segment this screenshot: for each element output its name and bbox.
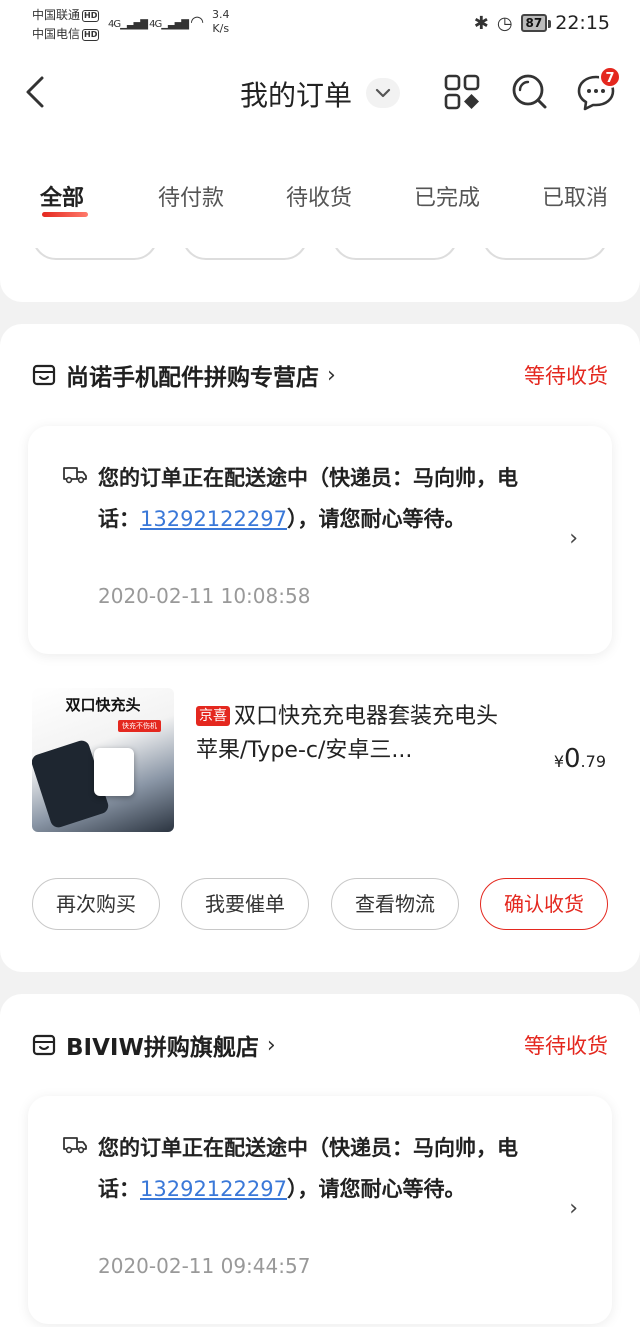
signal-label-1: 4G — [108, 19, 121, 30]
product-image[interactable]: 双口快充头 快充不伤机 — [32, 688, 174, 832]
signal-bars-icon: ▁▃▅▇ — [161, 19, 191, 30]
product-image-tag: 快充不伤机 — [118, 720, 161, 732]
truck-icon — [63, 467, 87, 484]
chevron-right-icon: › — [266, 1032, 276, 1058]
top-header: 中国联通 HD 中国电信 HD 4G▁▃▅▇ 4G▁▃▅▇ ◠ 3.4 K/s ✱ … — [0, 0, 640, 248]
product-title[interactable]: 京喜 双口快充充电器套装充电头苹果/Type-c/安卓三... — [196, 700, 506, 768]
clock: 22:15 — [555, 12, 610, 34]
jingxi-tag: 京喜 — [196, 706, 230, 726]
speedometer-icon: ◷ — [496, 12, 513, 34]
carrier-2: 中国电信 — [32, 27, 81, 41]
tab-active-indicator — [42, 212, 88, 217]
battery-icon: 87 — [520, 14, 551, 32]
logistics-card[interactable]: 您的订单正在配送途中（快递员：马向帅，电话：13292122297），请您耐心等… — [28, 1096, 612, 1324]
chevron-right-icon: › — [569, 1196, 578, 1221]
back-arrow-icon[interactable] — [22, 74, 50, 110]
order-tabs: 全部 待付款 待收货 已完成 已取消 — [0, 170, 640, 220]
net-speed-unit: K/s — [212, 22, 230, 35]
price-integer: 0 — [564, 744, 581, 774]
signal-label-2: 4G — [149, 19, 162, 30]
search-icon[interactable] — [510, 72, 550, 112]
page-title: 我的订单 — [240, 79, 353, 112]
courier-phone-link[interactable]: 13292122297 — [140, 507, 287, 531]
chevron-down-icon — [375, 88, 391, 98]
tab-pending-receipt[interactable]: 待收货 — [286, 180, 352, 212]
logistics-message: 您的订单正在配送途中（快递员：马向帅，电话：13292122297），请您耐心等… — [98, 1128, 538, 1210]
buy-again-button[interactable]: 再次购买 — [32, 878, 160, 930]
signal-bars-icon: ▁▃▅▇ — [120, 19, 150, 30]
order-status: 等待收货 — [524, 364, 608, 388]
tab-all[interactable]: 全部 — [40, 180, 84, 212]
view-logistics-button[interactable]: 查看物流 — [331, 878, 459, 930]
hd-icon: HD — [82, 29, 100, 41]
product-price: ¥0.79 — [554, 744, 606, 774]
message-badge: 7 — [599, 66, 621, 88]
navbar: 我的订单 — [0, 58, 640, 128]
shop-icon — [32, 1034, 56, 1056]
carrier-info: 中国联通 HD 中国电信 HD — [32, 6, 100, 44]
order-card: 尚诺手机配件拼购专营店 › 等待收货 您的订单正在配送途中（快递员：马向帅，电话… — [0, 324, 640, 972]
price-decimal: .79 — [580, 752, 606, 771]
tab-cancelled[interactable]: 已取消 — [542, 180, 608, 212]
wifi-icon: ◠ — [190, 12, 205, 31]
shop-icon — [32, 364, 56, 386]
chevron-right-icon: › — [569, 526, 578, 551]
truck-icon — [63, 1137, 87, 1154]
logistics-time: 2020-02-11 09:44:57 — [98, 1254, 311, 1278]
logistics-text-after: ），请您耐心等待。 — [286, 507, 466, 531]
chevron-right-icon: › — [327, 362, 336, 388]
product-image-title: 双口快充头 — [65, 696, 141, 714]
urge-order-button[interactable]: 我要催单 — [181, 878, 309, 930]
category-grid-icon[interactable] — [442, 72, 482, 112]
product-title-text: 双口快充充电器套装充电头苹果/Type-c/安卓三... — [196, 704, 499, 763]
logistics-text-after: ），请您耐心等待。 — [286, 1177, 466, 1201]
carrier-1: 中国联通 — [32, 8, 81, 22]
net-speed-value: 3.4 — [212, 8, 230, 21]
tab-completed[interactable]: 已完成 — [414, 180, 480, 212]
net-speed: 3.4 K/s — [212, 8, 230, 36]
shop-name: BIVIW拼购旗舰店 — [66, 1035, 259, 1061]
shop-link[interactable]: BIVIW拼购旗舰店 › — [32, 1030, 276, 1061]
bluetooth-icon: ✱ — [473, 12, 489, 34]
shop-link[interactable]: 尚诺手机配件拼购专营店 › — [32, 360, 336, 391]
confirm-receipt-button[interactable]: 确认收货 — [480, 878, 608, 930]
shop-name: 尚诺手机配件拼购专营店 — [66, 365, 319, 391]
courier-phone-link[interactable]: 13292122297 — [140, 1177, 287, 1201]
tab-pending-payment[interactable]: 待付款 — [158, 180, 224, 212]
order-status: 等待收货 — [524, 1034, 608, 1058]
logistics-card[interactable]: 您的订单正在配送途中（快递员：马向帅，电话：13292122297），请您耐心等… — [28, 426, 612, 654]
price-symbol: ¥ — [553, 752, 564, 771]
status-right: ✱ ◷ 87 22:15 — [474, 12, 610, 34]
hd-icon: HD — [82, 10, 100, 22]
title-dropdown[interactable] — [366, 78, 400, 108]
order-card: BIVIW拼购旗舰店 › 等待收货 您的订单正在配送途中（快递员：马向帅，电话：… — [0, 994, 640, 1327]
logistics-message: 您的订单正在配送途中（快递员：马向帅，电话：13292122297），请您耐心等… — [98, 458, 538, 540]
signal-icons: 4G▁▃▅▇ 4G▁▃▅▇ ◠ — [108, 12, 204, 31]
status-bar: 中国联通 HD 中国电信 HD 4G▁▃▅▇ 4G▁▃▅▇ ◠ 3.4 K/s ✱ … — [0, 0, 640, 48]
charger-illustration — [94, 748, 134, 796]
logistics-time: 2020-02-11 10:08:58 — [98, 584, 311, 608]
